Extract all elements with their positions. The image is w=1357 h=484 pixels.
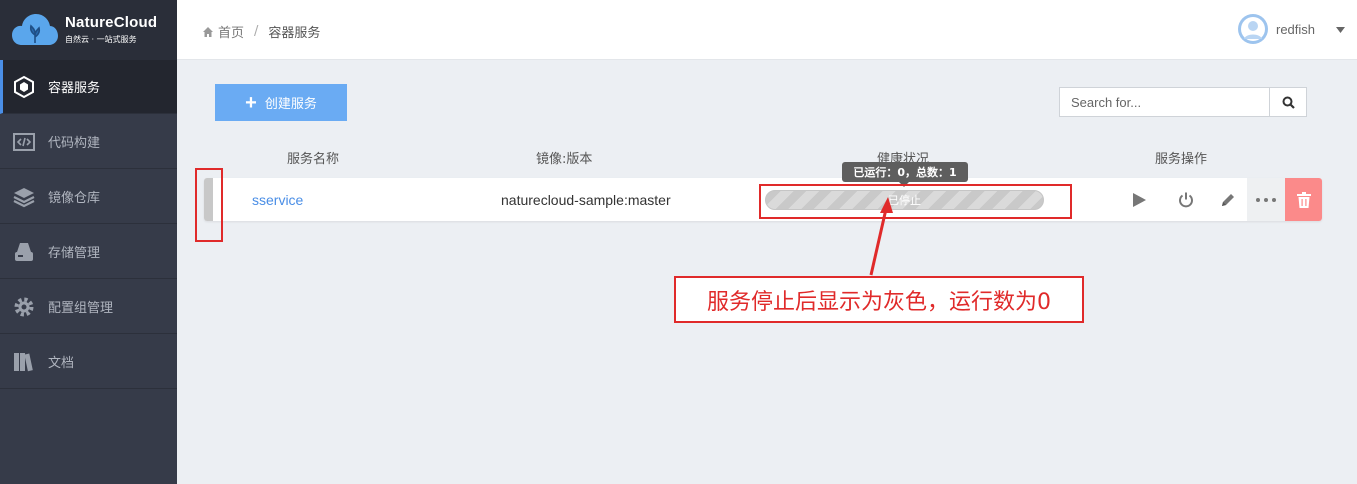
sidebar-item-container-service[interactable]: 容器服务 [0,60,177,114]
layers-icon [13,188,35,208]
annotation-arrow [869,197,893,276]
sidebar-item-code-build[interactable]: 代码构建 [0,115,177,169]
annotation-note: 服务停止后显示为灰色，运行数为0 [674,276,1084,323]
column-header-actions: 服务操作 [1155,152,1208,167]
create-service-label: 创建服务 [264,96,317,111]
breadcrumb-home[interactable]: 首页 [218,22,244,41]
trash-icon [1296,191,1311,208]
delete-button[interactable] [1285,178,1322,221]
cloud-logo-icon [12,14,58,45]
chevron-down-icon[interactable] [1336,27,1345,33]
avatar[interactable] [1238,14,1268,44]
home-icon[interactable] [202,26,214,38]
service-image: naturecloud-sample:master [501,192,671,208]
page-scrollbar[interactable] [1350,60,1357,484]
sidebar-item-label: 存储管理 [48,246,101,261]
power-icon [1179,192,1193,208]
sidebar-item-docs[interactable]: 文档 [0,335,177,389]
sidebar-item-label: 镜像仓库 [48,191,101,206]
pencil-icon [1222,194,1234,206]
column-header-name: 服务名称 [287,152,340,167]
top-header: 首页 / 容器服务 redfish [177,0,1357,60]
service-name-link[interactable]: sservice [252,192,303,208]
breadcrumb: 首页 / 容器服务 [202,22,320,41]
start-button[interactable] [1127,188,1151,212]
sidebar-item-label: 文档 [48,356,75,371]
brand-title: NatureCloud [65,14,158,31]
plus-icon: + [245,91,257,114]
container-icon [14,75,34,99]
sidebar-item-storage[interactable]: 存储管理 [0,225,177,279]
search-button[interactable] [1269,88,1306,116]
gear-icon [14,297,34,317]
user-name[interactable]: redfish [1276,22,1315,37]
brand-logo[interactable]: NatureCloud 自然云 · 一站式服务 [0,0,177,60]
search-icon [1282,96,1295,109]
stop-button[interactable] [1174,188,1198,212]
annotation-text: 服务停止后显示为灰色，运行数为0 [707,289,1051,315]
annotation-highlight-health [759,184,1072,219]
edit-button[interactable] [1216,188,1240,212]
breadcrumb-current: 容器服务 [268,26,321,41]
brand-subtitle: 自然云 · 一站式服务 [65,35,137,44]
create-service-button[interactable]: + 创建服务 [215,84,347,121]
storage-icon [15,243,33,261]
sidebar-item-label: 代码构建 [48,136,101,151]
sidebar-item-config-group[interactable]: 配置组管理 [0,280,177,334]
breadcrumb-separator: / [254,24,259,39]
health-tooltip: 已运行：0，总数：1 [842,162,968,187]
more-button[interactable] [1247,178,1285,221]
annotation-highlight-handle [195,168,223,242]
more-icon [1256,197,1276,202]
sidebar: NatureCloud 自然云 · 一站式服务 容器服务 代码构建 镜像仓库 存… [0,0,177,484]
sidebar-item-label: 配置组管理 [48,301,114,316]
code-icon [13,133,35,151]
sidebar-item-image-repo[interactable]: 镜像仓库 [0,170,177,224]
play-icon [1133,193,1146,207]
search-box [1059,87,1307,117]
books-icon [14,353,33,372]
search-input[interactable] [1060,88,1270,116]
column-header-image: 镜像:版本 [536,152,593,167]
tooltip-text: 已运行：0，总数：1 [853,166,957,179]
sidebar-item-label: 容器服务 [48,81,101,96]
